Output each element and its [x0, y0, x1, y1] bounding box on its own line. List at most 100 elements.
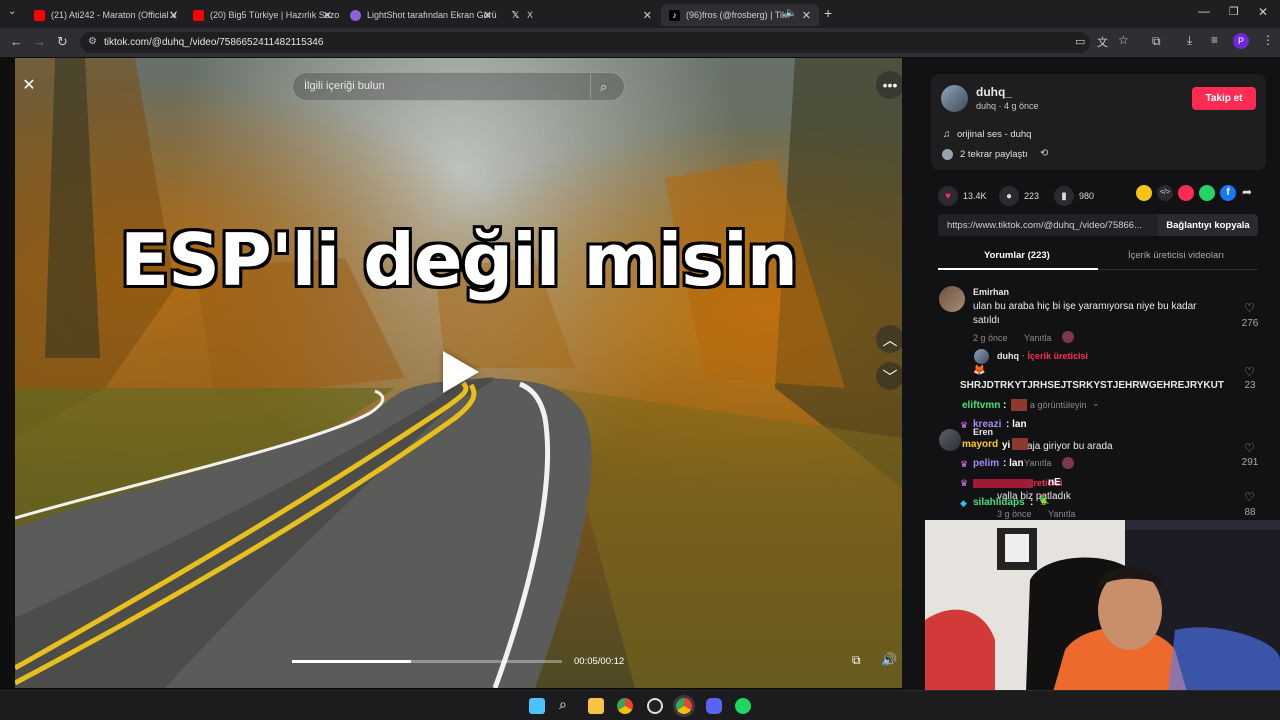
download-icon[interactable]: ⤓	[1187, 33, 1192, 48]
tab-youtube-big5[interactable]: (20) Big5 Türkiye | Hazırlık Sezo ✕	[185, 4, 340, 26]
back-arrow-icon[interactable]: ←	[10, 34, 23, 49]
tab-list-chevron-icon[interactable]: ⌄	[8, 6, 16, 17]
obs-icon[interactable]	[647, 698, 663, 714]
commenter-avatar[interactable]	[939, 286, 965, 312]
embed-code-icon[interactable]: </>	[1157, 185, 1173, 201]
sound-name[interactable]: orijinal ses - duhq	[957, 129, 1031, 140]
bookmark-star-icon[interactable]: ☆	[1118, 33, 1129, 47]
reply-link[interactable]: Yanıtla	[1048, 509, 1075, 519]
close-icon[interactable]: ✕	[483, 9, 492, 22]
follow-button[interactable]: Takip et	[1192, 87, 1256, 110]
site-info-icon[interactable]: ⚙	[88, 36, 97, 47]
windows-start-icon[interactable]	[529, 698, 545, 714]
facebook-icon[interactable]: f	[1220, 185, 1236, 201]
address-bar[interactable]: ⚙ tiktok.com/@duhq_/video/75866524114821…	[80, 32, 1090, 53]
video-player[interactable]: ESP'li değil misin ✕ İlgili içeriği bulu…	[15, 58, 902, 688]
repost-icon[interactable]: ⟲	[1040, 148, 1048, 159]
window-close-icon[interactable]: ✕	[1258, 5, 1268, 19]
profile-avatar[interactable]: P	[1233, 33, 1249, 49]
close-video-icon[interactable]: ✕	[15, 71, 43, 99]
volume-icon[interactable]: 🔊	[881, 652, 897, 668]
forward-arrow-icon[interactable]: →	[33, 34, 46, 49]
reading-list-icon[interactable]: ≡	[1211, 33, 1218, 47]
picture-in-picture-icon[interactable]: ⧉	[852, 653, 861, 668]
author-avatar[interactable]	[941, 85, 968, 112]
share-coin-icon[interactable]	[1136, 185, 1152, 201]
creator-liked-avatar	[1062, 331, 1074, 343]
commenter-avatar[interactable]	[939, 429, 961, 451]
search-icon[interactable]: ⌕	[600, 79, 607, 95]
cast-icon[interactable]: ▭	[1075, 35, 1085, 48]
tab-creator-videos[interactable]: İçerik üreticisi videoları	[1128, 250, 1224, 261]
comment-text-continued: satıldı	[973, 315, 1000, 326]
comment-author[interactable]: Emirhan	[973, 287, 1009, 297]
chat-message: :	[1003, 400, 1007, 411]
tab-tiktok-active[interactable]: ♪ (96)fros (@frosberg) | TikTok 🔈 ✕	[661, 4, 819, 26]
tab-title: LightShot tarafından Ekran Görü	[367, 10, 497, 20]
reply-link[interactable]: Yanıtla	[1024, 458, 1051, 468]
comment-text: aja giriyor bu arada	[1027, 441, 1113, 452]
chevron-down-icon[interactable]: ⌄	[1092, 398, 1100, 409]
copy-link-button[interactable]: Bağlantıyı kopyala	[1158, 214, 1258, 236]
view-more-replies[interactable]: a görüntüleyin	[1030, 400, 1087, 410]
video-progress-bar[interactable]	[292, 660, 562, 663]
share-arrow-icon[interactable]: ➦	[1242, 185, 1252, 199]
reload-icon[interactable]: ↻	[57, 34, 68, 50]
reply-author-avatar[interactable]	[974, 349, 989, 364]
windows-taskbar: ⌕	[0, 690, 1280, 720]
bookmark-icon[interactable]: ▮	[1054, 186, 1074, 206]
extensions-icon[interactable]: ⧉	[1152, 34, 1161, 49]
like-heart-icon[interactable]: ♡	[1244, 365, 1255, 379]
new-tab-plus-icon[interactable]: +	[824, 5, 832, 21]
save-stat[interactable]: ▮ 980	[1054, 186, 1094, 206]
like-heart-icon[interactable]: ♡	[1244, 441, 1255, 455]
comment-time: 2 g önce	[973, 333, 1008, 343]
translate-icon[interactable]: 文	[1097, 34, 1108, 50]
close-icon[interactable]: ✕	[323, 9, 332, 22]
more-options-icon[interactable]: •••	[876, 71, 902, 99]
reply-author[interactable]: duhq	[997, 351, 1019, 361]
minimize-icon[interactable]: —	[1198, 4, 1210, 18]
x-logo-icon: 𝕏	[511, 9, 520, 21]
url-text: tiktok.com/@duhq_/video/7586652411482115…	[104, 37, 324, 48]
tab-youtube-maraton[interactable]: (21) Ati242 - Maraton (Official V ✕	[26, 4, 186, 26]
video-link-field[interactable]: https://www.tiktok.com/@duhq_/video/7586…	[938, 214, 1158, 236]
creator-liked-avatar	[1062, 457, 1074, 469]
reply-link[interactable]: Yanıtla	[1024, 333, 1051, 343]
related-content-search[interactable]: İlgili içeriği bulun ⌕	[292, 72, 625, 101]
emote-icon	[1012, 438, 1028, 450]
close-icon[interactable]: ✕	[643, 9, 652, 22]
file-explorer-icon[interactable]	[588, 698, 604, 714]
like-stat[interactable]: ♥ 13.4K	[938, 186, 987, 206]
tab-lightshot[interactable]: LightShot tarafından Ekran Görü ✕	[342, 4, 500, 26]
discord-icon[interactable]	[706, 698, 722, 714]
creator-badge: · İçerik üreticisi	[1022, 351, 1089, 361]
chat-user: eliftvmn	[962, 400, 1001, 411]
tab-x[interactable]: 𝕏 X ✕	[502, 4, 660, 26]
tab-title: (21) Ati242 - Maraton (Official V	[51, 10, 177, 20]
author-name[interactable]: duhq_	[976, 85, 1012, 99]
close-icon[interactable]: ✕	[802, 9, 811, 22]
like-heart-icon[interactable]: ♡	[1244, 301, 1255, 315]
restore-icon[interactable]: ❐	[1229, 5, 1239, 18]
comment-stat[interactable]: ● 223	[999, 186, 1039, 206]
heart-filled-icon[interactable]: ♥	[938, 186, 958, 206]
chrome-icon[interactable]	[617, 698, 633, 714]
spotify-icon[interactable]	[735, 698, 751, 714]
chat-user: mayord	[962, 439, 999, 450]
repost-count[interactable]: 2 tekrar paylaştı	[960, 149, 1028, 160]
chat-badge-icon: ◆	[960, 498, 967, 508]
search-icon[interactable]: ⌕	[559, 696, 575, 712]
previous-video-chevron-up-icon[interactable]: ︿	[876, 325, 902, 353]
whatsapp-icon[interactable]	[1199, 185, 1215, 201]
menu-kebab-icon[interactable]: ⋮	[1262, 33, 1274, 47]
chrome-icon[interactable]	[676, 698, 692, 714]
tab-comments[interactable]: Yorumlar (223)	[984, 250, 1050, 261]
speaker-icon[interactable]: 🔈	[785, 8, 797, 19]
close-icon[interactable]: ✕	[169, 9, 178, 22]
share-friends-icon[interactable]	[1178, 185, 1194, 201]
next-video-chevron-down-icon[interactable]: ﹀	[876, 362, 902, 390]
comment-bubble-icon[interactable]: ●	[999, 186, 1019, 206]
like-heart-icon[interactable]: ♡	[1244, 490, 1255, 504]
play-icon[interactable]	[443, 351, 479, 393]
